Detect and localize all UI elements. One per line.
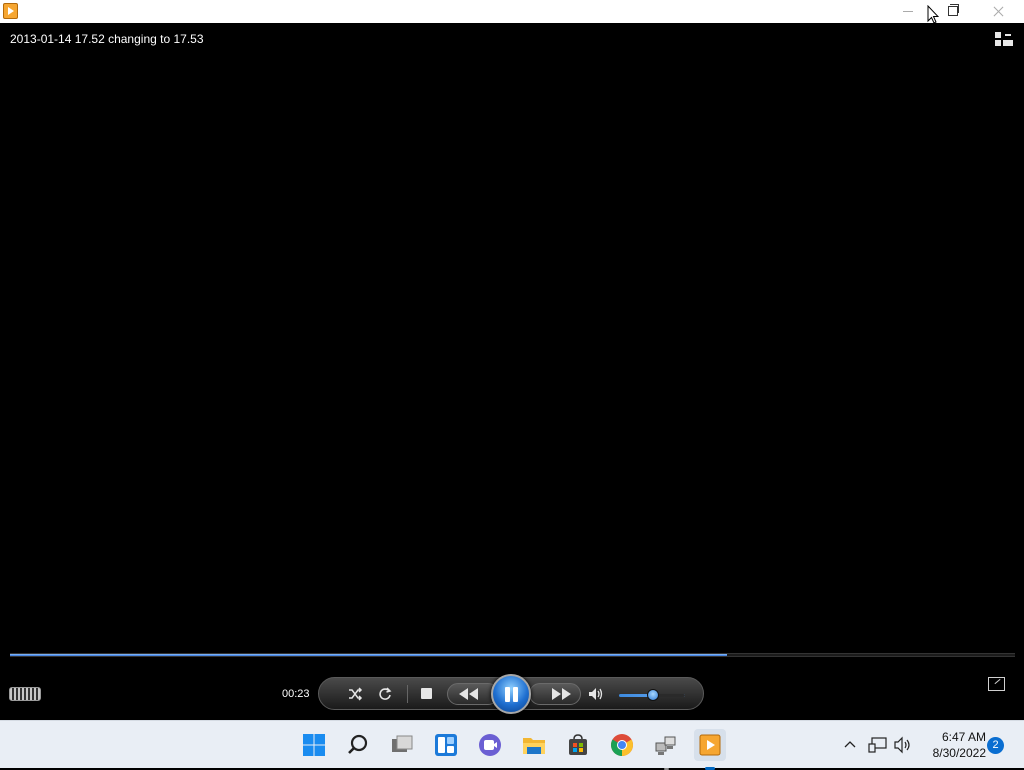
- volume-slider-thumb[interactable]: [647, 689, 659, 701]
- next-button[interactable]: [529, 683, 581, 705]
- repeat-icon[interactable]: [377, 686, 393, 702]
- chrome-icon[interactable]: [606, 729, 638, 761]
- volume-icon[interactable]: [893, 736, 913, 754]
- show-hidden-icons-chevron-icon[interactable]: [842, 737, 858, 753]
- store-icon[interactable]: [562, 729, 594, 761]
- pause-icon[interactable]: [491, 674, 531, 714]
- minimize-button[interactable]: [885, 0, 931, 23]
- title-bar: [0, 0, 1024, 23]
- teams-chat-icon[interactable]: [474, 729, 506, 761]
- media-player-icon: [3, 3, 18, 19]
- folder-icon[interactable]: [518, 729, 550, 761]
- notification-badge[interactable]: 2: [987, 737, 1004, 754]
- seek-bar-progress: [10, 654, 727, 656]
- stop-icon[interactable]: [421, 688, 432, 699]
- media-title: 2013-01-14 17.52 changing to 17.53: [10, 32, 204, 46]
- network-computers-icon[interactable]: [650, 729, 682, 770]
- elapsed-time: 00:23: [282, 688, 310, 700]
- switch-to-library-icon[interactable]: [995, 32, 1013, 46]
- visualization-toggle[interactable]: [9, 687, 41, 701]
- seek-bar[interactable]: [10, 653, 1015, 657]
- clock-time[interactable]: 6:47 AM: [926, 730, 986, 744]
- task-view-icon[interactable]: [386, 729, 418, 761]
- search-icon[interactable]: [342, 729, 374, 761]
- close-button[interactable]: [975, 0, 1021, 23]
- control-separator: [407, 685, 408, 703]
- widgets-icon[interactable]: [430, 729, 462, 761]
- previous-icon: [459, 688, 478, 700]
- next-icon: [552, 688, 571, 700]
- media-player-icon[interactable]: [694, 729, 726, 770]
- playback-controls: [318, 674, 704, 714]
- clock-date[interactable]: 8/30/2022: [918, 746, 986, 760]
- network-icon[interactable]: [868, 736, 888, 754]
- fullscreen-icon[interactable]: [988, 677, 1005, 691]
- video-area[interactable]: 2013-01-14 17.52 changing to 17.53 00:23: [0, 23, 1024, 720]
- mute-icon[interactable]: [587, 686, 605, 702]
- windows-start-icon[interactable]: [298, 729, 330, 761]
- taskbar: 6:47 AM 8/30/2022 2: [0, 720, 1024, 770]
- shuffle-icon[interactable]: [347, 686, 363, 702]
